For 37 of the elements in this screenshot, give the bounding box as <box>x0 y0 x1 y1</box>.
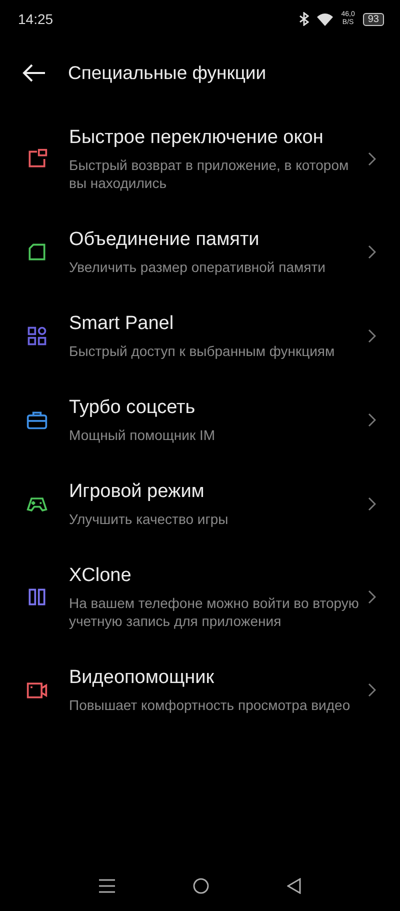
item-description: Увеличить размер оперативной памяти <box>69 258 326 276</box>
item-title: Видеопомощник <box>69 666 216 690</box>
chevron-icon <box>368 413 376 427</box>
chevron-icon <box>368 152 376 166</box>
settings-item[interactable]: Игровой режим Улучшить качество игры <box>0 462 400 546</box>
item-title: Игровой режим <box>69 480 206 504</box>
settings-item[interactable]: Объединение памяти Увеличить размер оперативной памяти <box>0 210 400 294</box>
bluetooth-icon <box>299 12 310 26</box>
home-icon[interactable] <box>193 878 209 894</box>
settings-item[interactable]: Видеопомощник Повышает комфортность просмотра видео <box>0 648 400 732</box>
item-title: XClone <box>69 564 132 588</box>
chevron-icon <box>368 683 376 697</box>
item-description: Повышает комфортность просмотра видео <box>69 696 352 714</box>
item-description: Быстрый доступ к выбранным функциям <box>69 342 336 360</box>
item-title: Smart Panel <box>69 312 175 336</box>
item-title: Объединение памяти <box>69 228 260 252</box>
chevron-icon <box>368 590 376 604</box>
wifi-icon <box>317 12 334 26</box>
item-description: Улучшить качество игры <box>69 510 230 528</box>
chevron-icon <box>368 329 376 343</box>
settings-item[interactable]: Быстрое переключение окон Быстрый возврат в приложение, в котором вы находились <box>0 108 400 210</box>
chevron-icon <box>368 497 376 511</box>
item-description: На вашем телефоне можно войти во вторую учетную запись для приложения <box>69 594 360 630</box>
back-icon[interactable] <box>287 878 301 894</box>
item-title: Быстрое переключение окон <box>69 126 324 150</box>
chevron-icon <box>368 245 376 259</box>
battery-level: 93 <box>362 12 384 26</box>
menu-icon[interactable] <box>99 879 115 893</box>
back-button[interactable] <box>22 63 46 83</box>
settings-item[interactable]: XClone На вашем телефоне можно войти во вторую учетную запись для приложения <box>0 546 400 648</box>
settings-item[interactable]: Турбо соцсеть Мощный помощник IM <box>0 378 400 462</box>
settings-item[interactable]: Smart Panel Быстрый доступ к выбранным функциям <box>0 294 400 378</box>
page-title: Специальные функции <box>68 62 266 84</box>
clock: 14:25 <box>18 11 54 27</box>
item-description: Быстрый возврат в приложение, в котором вы находились <box>69 156 350 192</box>
item-title: Турбо соцсеть <box>69 396 196 420</box>
item-description: Мощный помощник IM <box>69 426 216 444</box>
